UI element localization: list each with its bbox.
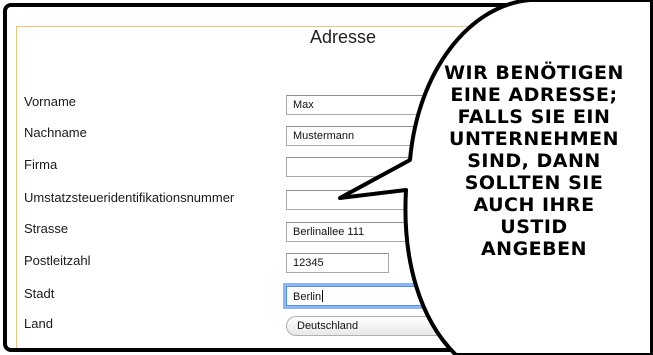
bubble-line: angeben: [480, 238, 588, 260]
speech-bubble-text: Wir benötigen eine Adresse; falls Sie ei…: [418, 62, 650, 260]
bubble-line: Wir benötigen: [444, 62, 624, 84]
bubble-line: falls Sie ein: [457, 106, 611, 128]
bubble-line: eine Adresse;: [450, 84, 618, 106]
bubble-line: UstID: [500, 216, 568, 238]
bubble-line: auch Ihre: [473, 194, 595, 216]
bubble-line: sollten Sie: [464, 172, 604, 194]
bubble-line: Unternehmen: [449, 128, 619, 150]
bubble-line: sind, dann: [467, 150, 601, 172]
